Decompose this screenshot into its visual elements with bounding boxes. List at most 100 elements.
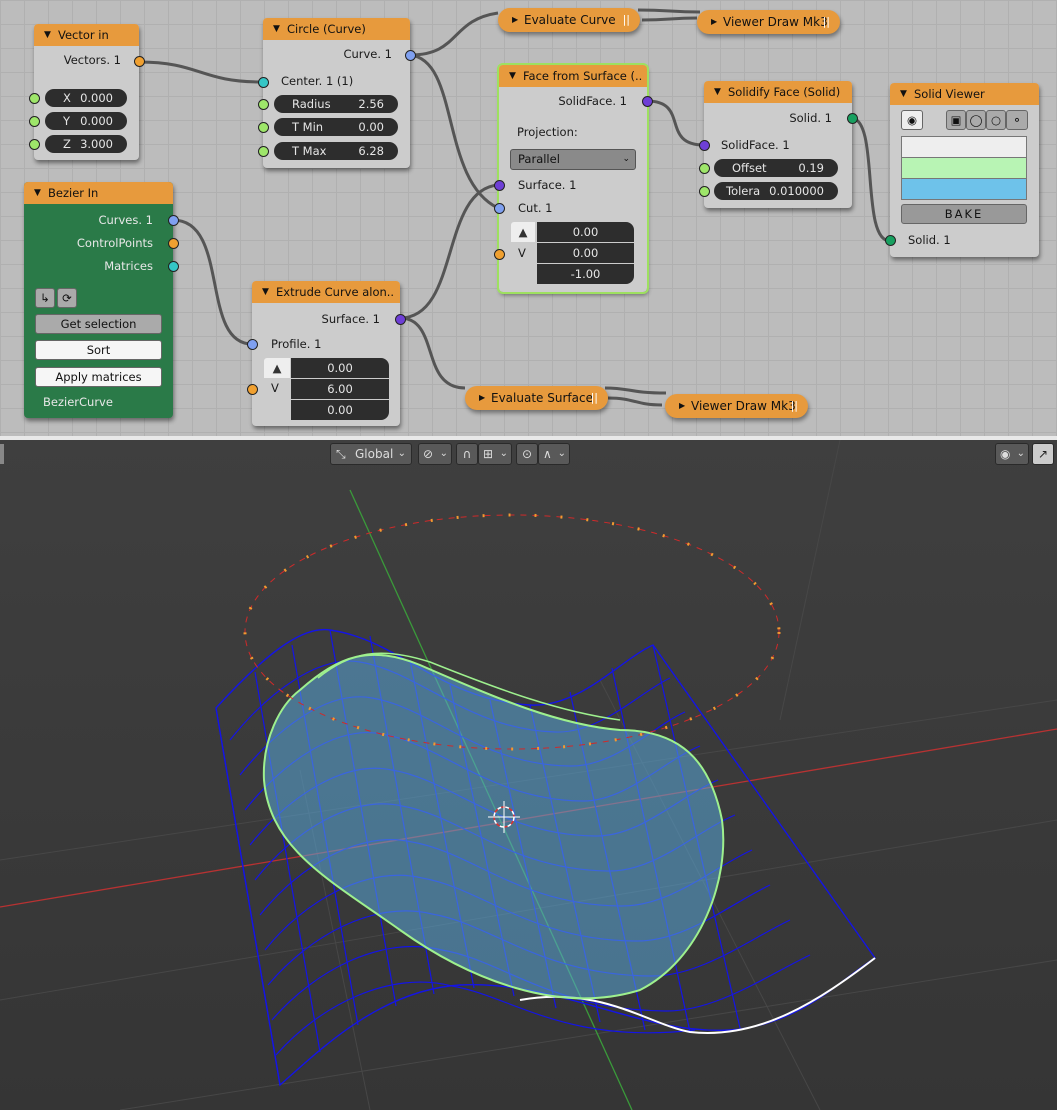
t-min-field[interactable]: T Min 0.00: [274, 118, 398, 136]
vector-x-field[interactable]: 0.00: [537, 222, 634, 242]
collapse-triangle-icon[interactable]: ▼: [34, 182, 41, 204]
input-socket[interactable]: [494, 249, 505, 260]
collapse-triangle-icon[interactable]: ▼: [509, 65, 516, 87]
up-arrow-icon[interactable]: ▲: [511, 222, 535, 242]
input-socket[interactable]: [29, 93, 40, 104]
node-extrude-curve[interactable]: ▼ Extrude Curve alon.. Surface. 1 Profile…: [247, 281, 406, 426]
collapse-triangle-icon[interactable]: ▼: [714, 81, 721, 103]
sync-icon[interactable]: ⟳: [57, 288, 77, 308]
input-socket[interactable]: [258, 122, 269, 133]
drag-handle-icon[interactable]: ||: [791, 394, 798, 418]
tolerance-field[interactable]: Tolera 0.010000: [714, 182, 838, 200]
x-field[interactable]: X 0.000: [45, 89, 127, 107]
output-socket[interactable]: [847, 113, 858, 124]
collapse-triangle-icon[interactable]: ▶: [711, 10, 717, 34]
wire-icon[interactable]: ◯: [966, 110, 986, 130]
input-socket[interactable]: [258, 146, 269, 157]
get-selection-button[interactable]: Get selection: [35, 314, 162, 334]
edge-color-swatch[interactable]: [901, 157, 1027, 179]
collapse-triangle-icon[interactable]: ▼: [44, 24, 51, 46]
node-header[interactable]: ▼ Solidify Face (Solid): [704, 81, 852, 103]
node-header[interactable]: ▼ Face from Surface (..: [499, 65, 647, 87]
cube-icon[interactable]: ▣: [946, 110, 966, 130]
input-socket[interactable]: [247, 384, 258, 395]
output-socket[interactable]: [168, 261, 179, 272]
node-bezier-in[interactable]: ▼ Bezier In Curves. 1 ControlPoints Matri…: [24, 182, 179, 418]
node-header[interactable]: ▼ Vector in: [34, 24, 139, 46]
eye-icon[interactable]: ◉: [901, 110, 923, 130]
vector-y-field[interactable]: 6.00: [291, 379, 389, 399]
output-socket[interactable]: [168, 215, 179, 226]
collapse-triangle-icon[interactable]: ▼: [262, 281, 269, 303]
3d-viewport[interactable]: ⤡ Global ⌄ ⊘ ⌄ ∩ ⊞ ⌄ ⊙ ∧ ⌄ ◉ ⌄ ↗: [0, 440, 1057, 1110]
falloff-button[interactable]: ∧ ⌄: [538, 443, 570, 465]
input-socket[interactable]: [494, 180, 505, 191]
y-field[interactable]: Y 0.000: [45, 112, 127, 130]
vector-z-field[interactable]: -1.00: [537, 264, 634, 284]
input-socket[interactable]: [258, 77, 269, 88]
face-color-swatch[interactable]: [901, 178, 1027, 200]
snap-target-button[interactable]: ⊞ ⌄: [478, 443, 512, 465]
vector-z-field[interactable]: 0.00: [291, 400, 389, 420]
z-field[interactable]: Z 3.000: [45, 135, 127, 153]
node-evaluate-surface[interactable]: ▶ Evaluate Surface ||: [465, 386, 608, 410]
input-socket[interactable]: [29, 116, 40, 127]
input-socket[interactable]: [247, 339, 258, 350]
node-solidify-face[interactable]: ▼ Solidify Face (Solid) Solid. 1 SolidFac…: [699, 81, 858, 208]
proportional-editing-toggle[interactable]: ⊙: [516, 443, 538, 465]
vertex-color-swatch[interactable]: [901, 136, 1027, 158]
bake-button[interactable]: BAKE: [901, 204, 1027, 224]
node-viewer-draw-2[interactable]: ▶ Viewer Draw Mk3 ||: [665, 394, 808, 418]
apply-matrices-button[interactable]: Apply matrices: [35, 367, 162, 387]
output-socket[interactable]: [168, 238, 179, 249]
node-header[interactable]: ▼ Extrude Curve alon..: [252, 281, 400, 303]
collapse-triangle-icon[interactable]: ▶: [512, 8, 518, 32]
node-viewer-draw-1[interactable]: ▶ Viewer Draw Mk3 ||: [697, 10, 840, 34]
input-socket[interactable]: [699, 186, 710, 197]
vector-x-field[interactable]: 0.00: [291, 358, 389, 378]
orientation-dropdown[interactable]: ⤡ Global ⌄: [330, 443, 412, 465]
output-socket[interactable]: [642, 96, 653, 107]
node-header[interactable]: ▼ Solid Viewer: [890, 83, 1039, 105]
output-label: SolidFace. 1: [558, 94, 627, 108]
offset-field[interactable]: Offset 0.19: [714, 159, 838, 177]
sphere-icon[interactable]: ○: [986, 110, 1006, 130]
drag-handle-icon[interactable]: ||: [823, 10, 830, 34]
t-max-field[interactable]: T Max 6.28: [274, 142, 398, 160]
drag-handle-icon[interactable]: ||: [591, 386, 598, 410]
input-socket[interactable]: [29, 139, 40, 150]
collapse-triangle-icon[interactable]: ▶: [479, 386, 485, 410]
node-solid-viewer[interactable]: ▼ Solid Viewer Solid. 1 ◉ ▣ ◯ ○ ⚬ BAKE So…: [885, 83, 1039, 257]
node-vector-in[interactable]: ▼ Vector in Vectors. 1 X 0.000 Y 0.000 Z 3.0…: [29, 24, 145, 160]
input-socket[interactable]: [885, 235, 896, 246]
input-socket[interactable]: [699, 163, 710, 174]
output-socket[interactable]: [395, 314, 406, 325]
select-mode-icon[interactable]: ↳: [35, 288, 55, 308]
input-socket[interactable]: [258, 99, 269, 110]
projection-dropdown[interactable]: Parallel ⌄: [510, 149, 636, 170]
collapse-triangle-icon[interactable]: ▶: [679, 394, 685, 418]
node-header[interactable]: ▼ Circle (Curve): [263, 18, 410, 40]
input-socket[interactable]: [699, 140, 710, 151]
radius-field[interactable]: Radius 2.56: [274, 95, 398, 113]
input-socket[interactable]: [494, 203, 505, 214]
node-circle-curve[interactable]: ▼ Circle (Curve) Curve. 1 Center. 1 (1) R…: [258, 18, 416, 168]
node-header[interactable]: ▼ Bezier In: [24, 182, 173, 204]
node-evaluate-curve[interactable]: ▶ Evaluate Curve ||: [498, 8, 640, 32]
node-face-from-surface[interactable]: ▼ Face from Surface (.. SolidFace. 1 Proj…: [494, 63, 653, 294]
gizmo-toggle[interactable]: ↗: [1032, 443, 1054, 465]
output-socket[interactable]: [405, 50, 416, 61]
pivot-point-button[interactable]: ⊘ ⌄: [418, 443, 452, 465]
collapse-triangle-icon[interactable]: ▼: [273, 18, 280, 40]
sort-button[interactable]: Sort: [35, 340, 162, 360]
collapse-triangle-icon[interactable]: ▼: [900, 83, 907, 105]
visibility-dropdown[interactable]: ◉ ⌄: [995, 443, 1029, 465]
vector-y-field[interactable]: 0.00: [537, 243, 634, 263]
snap-toggle[interactable]: ∩: [456, 443, 478, 465]
node-editor[interactable]: ▼ Vector in Vectors. 1 X 0.000 Y 0.000 Z 3.0…: [0, 0, 1057, 436]
up-arrow-icon[interactable]: ▲: [264, 358, 290, 378]
drag-handle-icon[interactable]: ||: [623, 8, 630, 32]
output-socket[interactable]: [134, 56, 145, 67]
share-icon[interactable]: ⚬: [1006, 110, 1028, 130]
header-edge-handle[interactable]: [0, 444, 4, 464]
